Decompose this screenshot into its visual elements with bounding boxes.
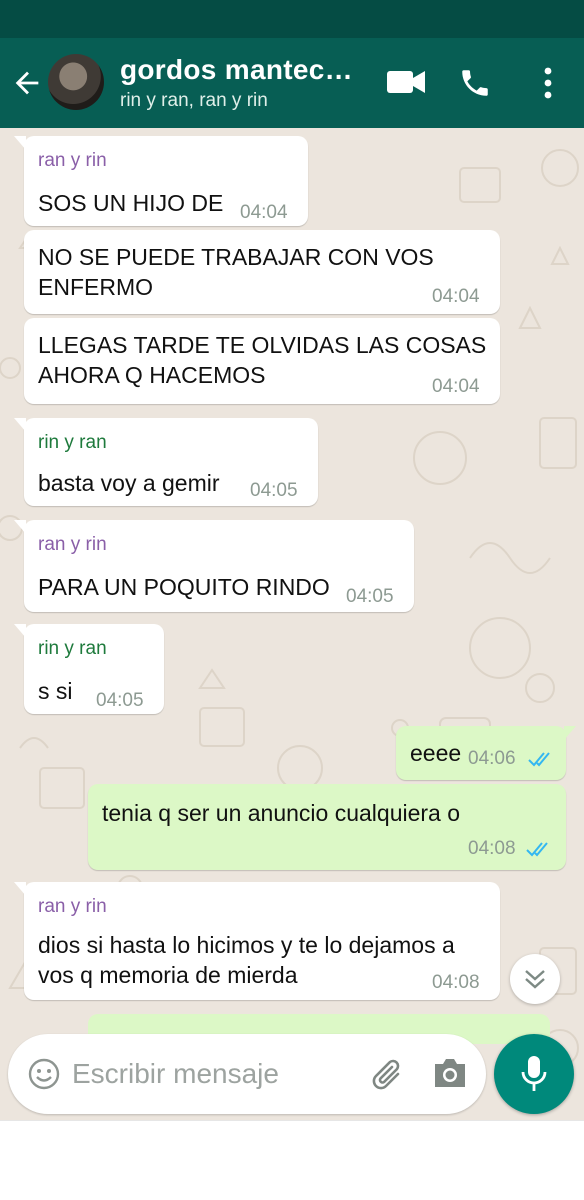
back-arrow-icon[interactable] (10, 66, 44, 100)
message-bubble[interactable]: LLEGAS TARDE TE OLVIDAS LAS COSAS AHORA … (24, 318, 500, 404)
emoji-icon[interactable] (28, 1058, 60, 1090)
chat-participants[interactable]: rin y ran, ran y rin (120, 90, 268, 112)
read-receipt-icon (528, 752, 550, 767)
chat-title[interactable]: gordos mantec… (120, 54, 353, 86)
message-text: LLEGAS TARDE TE OLVIDAS LAS COSAS (38, 332, 487, 358)
message-text: NO SE PUEDE TRABAJAR CON VOS (38, 244, 434, 270)
message-text: dios si hasta lo hicimos y te lo dejamos… (38, 932, 455, 958)
message-bubble[interactable]: ran y rin SOS UN HIJO DE 04:04 (14, 136, 308, 226)
message-text: eeee (410, 740, 462, 766)
message-text: ENFERMO (38, 274, 153, 300)
message-time: 04:05 (250, 480, 298, 501)
message-time: 04:06 (468, 748, 516, 769)
message-text: basta voy a gemir (38, 470, 220, 496)
message-bubble[interactable]: NO SE PUEDE TRABAJAR CON VOS ENFERMO 04:… (24, 230, 500, 314)
message-time: 04:08 (432, 972, 480, 993)
system-nav-area (0, 1120, 584, 1200)
message-text: tenia q ser un anuncio cualquiera o (102, 800, 461, 826)
message-bubble[interactable]: rin y ran basta voy a gemir 04:05 (14, 418, 318, 506)
message-text: AHORA Q HACEMOS (38, 362, 266, 388)
camera-icon[interactable] (432, 1056, 468, 1090)
message-time: 04:05 (96, 690, 144, 711)
message-sender: rin y ran (38, 432, 107, 453)
phone-icon[interactable] (458, 66, 492, 100)
mic-icon (521, 1056, 547, 1091)
message-time: 04:08 (468, 838, 516, 859)
message-bubble[interactable]: ran y rin PARA UN POQUITO RINDO 04:05 (14, 520, 414, 612)
message-sender: rin y ran (38, 638, 107, 659)
message-composer: Escribir mensaje (8, 1034, 486, 1114)
message-bubble-outgoing[interactable]: tenia q ser un anuncio cualquiera o 04:0… (88, 784, 566, 870)
message-sender: ran y rin (38, 534, 107, 555)
attach-icon[interactable] (368, 1056, 408, 1096)
message-time: 04:05 (346, 586, 394, 607)
mic-button[interactable] (494, 1034, 574, 1114)
message-bubble[interactable]: ran y rin dios si hasta lo hicimos y te … (14, 882, 500, 1000)
message-text: vos q memoria de mierda (38, 962, 298, 988)
message-sender: ran y rin (38, 150, 107, 171)
message-text: PARA UN POQUITO RINDO (38, 574, 330, 600)
message-bubble[interactable]: rin y ran s si 04:05 (14, 624, 164, 714)
message-bubble-outgoing[interactable]: eeee 04:06 (396, 726, 576, 780)
message-sender: ran y rin (38, 896, 107, 917)
chevron-down-icon (525, 970, 545, 989)
message-text: s si (38, 678, 73, 704)
chat-area[interactable]: ran y rin SOS UN HIJO DE 04:04 NO SE PUE… (0, 128, 584, 1120)
message-time: 04:04 (432, 286, 480, 307)
message-time: 04:04 (432, 376, 480, 397)
message-text: SOS UN HIJO DE (38, 190, 224, 216)
video-call-icon[interactable] (386, 68, 426, 96)
chat-header: gordos mantec… rin y ran, ran y rin (0, 38, 584, 128)
scroll-to-bottom-button[interactable] (510, 954, 560, 1004)
message-time: 04:04 (240, 202, 288, 223)
more-vert-icon[interactable] (536, 66, 560, 100)
message-input[interactable]: Escribir mensaje (72, 1058, 279, 1090)
read-receipt-icon (526, 842, 548, 857)
status-bar (0, 0, 584, 38)
group-avatar[interactable] (48, 54, 104, 110)
